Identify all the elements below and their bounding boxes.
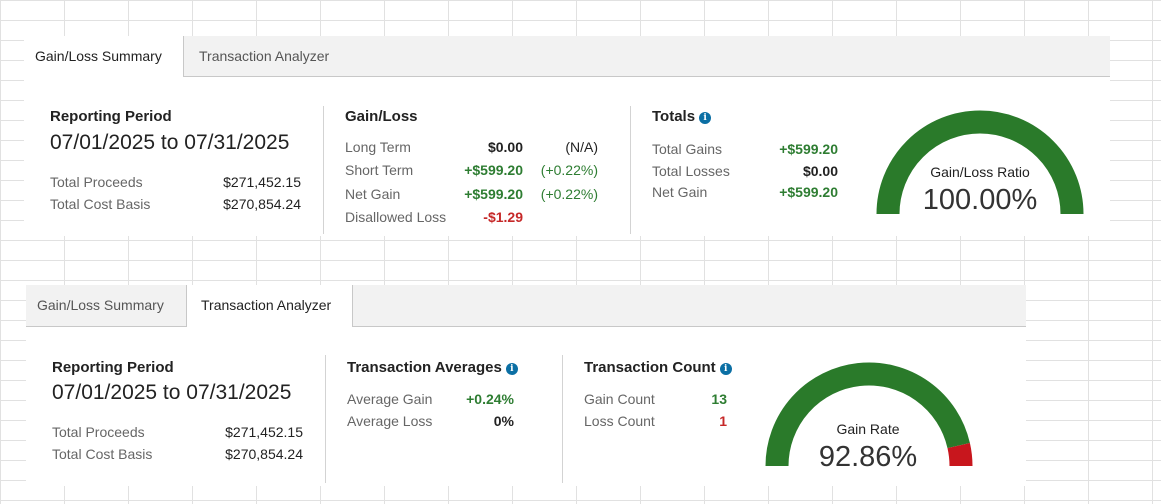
total-cost-basis-value: $270,854.24 xyxy=(225,446,303,462)
average-loss-label: Average Loss xyxy=(347,413,433,429)
totals-net-gain-label: Net Gain xyxy=(652,184,708,200)
long-term-value: $0.00 xyxy=(487,139,523,155)
short-term-value: +$599.20 xyxy=(464,162,523,178)
average-gain-value: +0.24% xyxy=(466,391,514,407)
gain-loss-title: Gain/Loss xyxy=(345,108,418,125)
loss-count-value: 1 xyxy=(719,413,727,429)
gain-loss-summary-panel: Gain/Loss Summary Transaction Analyzer R… xyxy=(24,36,1110,236)
total-cost-basis-value: $270,854.24 xyxy=(223,196,301,212)
long-term-label: Long Term xyxy=(345,139,411,155)
totals-title: Totals i xyxy=(652,108,712,125)
total-proceeds-value: $271,452.15 xyxy=(225,424,303,440)
tab-bar: Gain/Loss Summary Transaction Analyzer xyxy=(24,36,1110,77)
short-term-label: Short Term xyxy=(345,162,414,178)
gauge-title: Gain/Loss Ratio xyxy=(930,164,1030,180)
reporting-period-title: Reporting Period xyxy=(52,359,174,376)
total-proceeds-label: Total Proceeds xyxy=(50,174,143,190)
info-icon[interactable]: i xyxy=(699,112,712,124)
tab-bar: Gain/Loss Summary Transaction Analyzer xyxy=(26,285,1026,327)
short-term-pct: (+0.22%) xyxy=(540,162,598,178)
transaction-averages-title-text: Transaction Averages xyxy=(347,359,502,376)
divider xyxy=(323,106,324,234)
total-losses-value: $0.00 xyxy=(802,163,838,179)
divider xyxy=(325,355,326,483)
long-term-pct: (N/A) xyxy=(565,139,598,155)
reporting-period-dates: 07/01/2025 to 07/31/2025 xyxy=(50,131,290,154)
tab-transaction-analyzer[interactable]: Transaction Analyzer xyxy=(199,36,329,77)
divider xyxy=(630,106,631,234)
disallowed-loss-value: -$1.29 xyxy=(483,209,523,225)
total-cost-basis-label: Total Cost Basis xyxy=(50,196,151,212)
total-proceeds-label: Total Proceeds xyxy=(52,424,145,440)
average-loss-value: 0% xyxy=(493,413,514,429)
totals-net-gain-value: +$599.20 xyxy=(779,184,838,200)
total-losses-label: Total Losses xyxy=(652,163,730,179)
gauge-negative-arc xyxy=(947,442,973,467)
loss-count-label: Loss Count xyxy=(584,413,655,429)
divider xyxy=(562,355,563,483)
gain-count-value: 13 xyxy=(711,391,727,407)
total-gains-value: +$599.20 xyxy=(779,141,838,157)
transaction-count-title: Transaction Count i xyxy=(584,359,732,376)
totals-title-text: Totals xyxy=(652,108,696,125)
net-gain-label: Net Gain xyxy=(345,186,401,202)
total-cost-basis-label: Total Cost Basis xyxy=(52,446,153,462)
gain-count-label: Gain Count xyxy=(584,391,655,407)
reporting-period-dates: 07/01/2025 to 07/31/2025 xyxy=(52,381,292,404)
total-proceeds-value: $271,452.15 xyxy=(223,174,301,190)
net-gain-pct: (+0.22%) xyxy=(540,186,598,202)
tab-transaction-analyzer[interactable]: Transaction Analyzer xyxy=(186,285,353,327)
average-gain-label: Average Gain xyxy=(347,391,433,407)
tab-gain-loss-summary[interactable]: Gain/Loss Summary xyxy=(24,36,184,77)
gauge-value: 100.00% xyxy=(922,184,1038,216)
transaction-count-title-text: Transaction Count xyxy=(584,359,716,376)
net-gain-value: +$599.20 xyxy=(464,186,523,202)
tab-gain-loss-summary[interactable]: Gain/Loss Summary xyxy=(37,285,164,326)
reporting-period-title: Reporting Period xyxy=(50,108,172,125)
disallowed-loss-label: Disallowed Loss xyxy=(345,209,447,225)
info-icon[interactable]: i xyxy=(719,363,732,375)
info-icon[interactable]: i xyxy=(505,363,518,375)
transaction-analyzer-panel: Gain/Loss Summary Transaction Analyzer R… xyxy=(26,285,1026,486)
total-gains-label: Total Gains xyxy=(652,141,723,157)
gauge-title: Gain Rate xyxy=(836,421,900,437)
transaction-averages-title: Transaction Averages i xyxy=(347,359,518,376)
gauge-value: 92.86% xyxy=(818,441,918,473)
